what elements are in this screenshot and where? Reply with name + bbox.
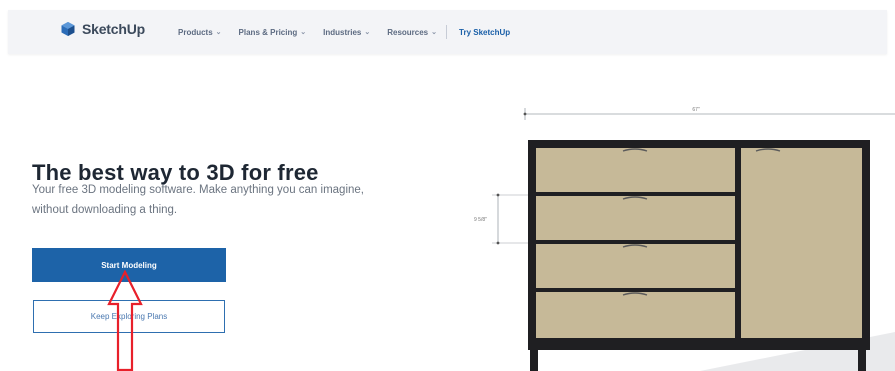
drawer-3 <box>536 244 735 288</box>
nav-item-label: Resources <box>387 27 429 37</box>
chevron-down-icon: ⌄ <box>431 29 438 36</box>
cabinet-door <box>741 148 862 338</box>
brand-name: SketchUp <box>82 21 145 37</box>
nav-item-products[interactable]: Products ⌄ <box>178 28 222 37</box>
red-arrow-annotation-icon <box>107 270 143 371</box>
sketchup-logo-icon <box>61 22 75 36</box>
top-navbar: SketchUp Products ⌄ Plans & Pricing ⌄ In… <box>8 10 887 54</box>
drawer-dimension-label: 9 5/8" <box>474 217 487 223</box>
sideboard-illustration: 67" 9 5/8" <box>474 107 895 371</box>
drawer-4 <box>536 292 735 338</box>
width-dimension-label: 67" <box>692 107 700 113</box>
nav-item-label: Industries <box>323 27 362 37</box>
width-dimension-line <box>523 108 895 120</box>
chevron-down-icon: ⌄ <box>215 29 222 36</box>
page: SketchUp Products ⌄ Plans & Pricing ⌄ In… <box>0 0 895 371</box>
brand-logo[interactable]: SketchUp <box>60 21 145 37</box>
nav-item-resources[interactable]: Resources ⌄ <box>387 28 437 37</box>
try-sketchup-link[interactable]: Try SketchUp <box>459 28 510 37</box>
cabinet-base <box>528 338 870 350</box>
chevron-down-icon: ⌄ <box>300 29 307 36</box>
drawer-2 <box>536 196 735 240</box>
nav-item-label: Products <box>178 27 213 37</box>
hero-subtitle: Your free 3D modeling software. Make any… <box>32 184 364 216</box>
nav-item-industries[interactable]: Industries ⌄ <box>323 28 370 37</box>
cabinet-leg-right <box>858 348 866 371</box>
drawer-dimension-line <box>492 193 528 245</box>
drawer-1 <box>536 148 735 192</box>
nav-item-plans-pricing[interactable]: Plans & Pricing ⌄ <box>239 28 307 37</box>
nav-item-label: Plans & Pricing <box>238 27 298 37</box>
chevron-down-icon: ⌄ <box>364 29 371 36</box>
nav-divider <box>446 25 448 39</box>
nav-menu: Products ⌄ Plans & Pricing ⌄ Industries … <box>178 10 510 54</box>
cabinet-leg-left <box>530 348 538 371</box>
